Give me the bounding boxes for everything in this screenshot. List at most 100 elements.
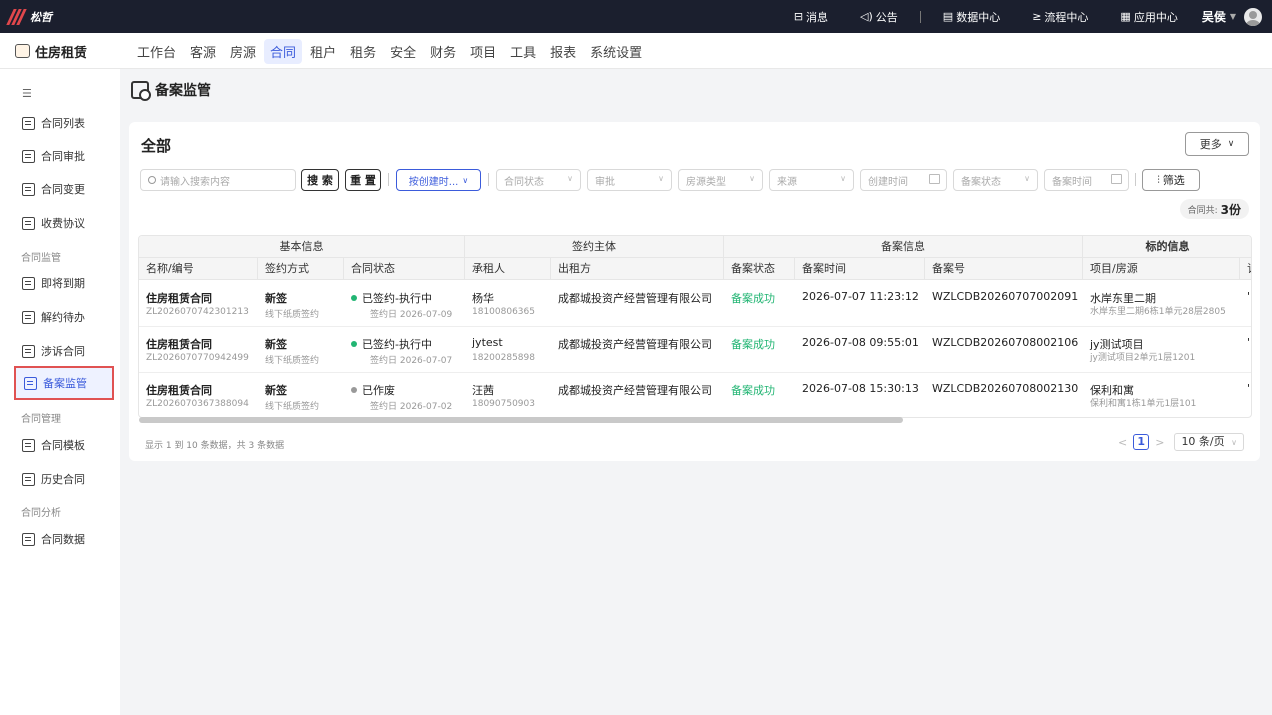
truncated-cell: ' [1247, 336, 1251, 349]
truncated-cell: ' [1247, 382, 1251, 395]
sidebar-item-contract-data[interactable]: 合同数据 [14, 525, 114, 553]
chevron-down-icon: ∨ [658, 174, 664, 183]
app-title[interactable]: 住房租赁 [15, 33, 87, 69]
chevron-down-icon: ∨ [1231, 438, 1237, 447]
document-icon [22, 149, 35, 163]
divider [388, 173, 389, 186]
announcement-icon: ◁) [860, 10, 873, 23]
contract-code: ZL2026070770942499 [146, 353, 249, 363]
top-announcement[interactable]: ◁) 公告 [860, 9, 898, 25]
contract-name[interactable]: 住房租赁合同 [146, 336, 212, 352]
search-button[interactable]: 搜 索 [301, 169, 339, 191]
sign-method: 线下纸质签约 [265, 356, 320, 366]
nav-tools[interactable]: 工具 [504, 39, 542, 64]
document-icon [22, 116, 35, 130]
tenant-name: jytest [472, 336, 503, 349]
brand[interactable]: 松哲 [6, 8, 52, 25]
document-icon [22, 344, 35, 358]
sidebar-group-analysis: 合同分析 [21, 508, 61, 519]
sidebar-item-contract-template[interactable]: 合同模板 [14, 431, 114, 459]
sign-method: 线下纸质签约 [265, 310, 320, 320]
nav-houses[interactable]: 房源 [224, 39, 262, 64]
user-name[interactable]: 吴侯 [1202, 8, 1226, 25]
sidebar-item-litigation[interactable]: 涉诉合同 [14, 337, 114, 365]
filing-time: 2026-07-08 15:30:13 [802, 382, 919, 395]
col-name-code: 名称/编号 [139, 258, 258, 280]
document-icon [22, 276, 35, 290]
sign-type: 新签 [265, 292, 287, 305]
filing-status: 备案成功 [731, 292, 775, 305]
top-message[interactable]: ⊟ 消息 [794, 9, 828, 25]
create-time-picker[interactable]: 创建时间 [860, 169, 947, 191]
sidebar-group-management: 合同管理 [21, 414, 61, 425]
contract-name[interactable]: 住房租赁合同 [146, 382, 212, 398]
sidebar-item-contract-list[interactable]: 合同列表 [14, 109, 114, 137]
brand-name: 松哲 [30, 10, 52, 24]
sign-type: 新签 [265, 384, 287, 397]
collapse-menu-icon[interactable]: ☰ [22, 87, 32, 100]
sign-date: 签约日 2026-07-07 [370, 356, 453, 366]
table-row[interactable]: 住房租赁合同 ZL2026070742301213 新签 线下纸质签约 已签约-… [139, 281, 1251, 327]
room-type-select[interactable]: 房源类型 ∨ [678, 169, 763, 191]
nav-reports[interactable]: 报表 [544, 39, 582, 64]
nav-projects[interactable]: 项目 [464, 39, 502, 64]
col-filing-no: 备案号 [925, 258, 1083, 280]
document-icon [22, 182, 35, 196]
nav-tenants[interactable]: 租户 [304, 39, 342, 64]
sidebar-item-termination-todo[interactable]: 解约待办 [14, 303, 114, 331]
reset-button[interactable]: 重 置 [345, 169, 381, 191]
sidebar-item-contract-approval[interactable]: 合同审批 [14, 142, 114, 170]
table-row[interactable]: 住房租赁合同 ZL2026070367388094 新签 线下纸质签约 已作废 … [139, 373, 1251, 417]
prev-page-button[interactable]: < [1118, 436, 1127, 449]
sidebar-item-expiring[interactable]: 即将到期 [14, 269, 114, 297]
agreement-icon [22, 216, 35, 230]
chevron-down-icon: ∨ [1227, 139, 1235, 149]
pagination-info: 显示 1 到 10 条数据，共 3 条数据 [145, 441, 285, 451]
sort-select[interactable]: 按创建时... ∨ [396, 169, 481, 191]
nav-settings[interactable]: 系统设置 [584, 39, 648, 64]
top-data-center[interactable]: ▤ 数据中心 [943, 9, 1000, 25]
nav-contracts[interactable]: 合同 [264, 38, 303, 64]
contract-status-select[interactable]: 合同状态 ∨ [496, 169, 581, 191]
nav-safety[interactable]: 安全 [384, 39, 422, 64]
group-signing-parties: 签约主体 [465, 236, 724, 258]
contract-count-badge: 合同共: 3份 [1179, 199, 1249, 219]
nav-clients[interactable]: 客源 [184, 39, 222, 64]
sidebar-item-history-contracts[interactable]: 历史合同 [14, 465, 114, 493]
top-app-center[interactable]: ▦ 应用中心 [1120, 9, 1177, 25]
card-title: 全部 [141, 137, 172, 155]
document-icon [22, 438, 35, 452]
source-select[interactable]: 来源 ∨ [769, 169, 854, 191]
horizontal-scrollbar[interactable] [139, 417, 903, 423]
page-title: 备案监管 [131, 80, 211, 101]
filing-status-select[interactable]: 备案状态 ∨ [953, 169, 1038, 191]
chevron-down-icon: ∨ [840, 174, 846, 183]
contract-name[interactable]: 住房租赁合同 [146, 290, 212, 306]
sidebar-item-filing-supervision[interactable]: 备案监管 [14, 366, 114, 400]
pagination: < 1 > 10 条/页 ∨ [1112, 433, 1244, 451]
page-number[interactable]: 1 [1133, 434, 1150, 450]
nav-workbench[interactable]: 工作台 [131, 39, 182, 64]
nav-rental-affairs[interactable]: 租务 [344, 39, 382, 64]
page-size-select[interactable]: 10 条/页 ∨ [1174, 433, 1244, 451]
table-header: 名称/编号 签约方式 合同状态 承租人 出租方 备案状态 备案时间 备案号 项目… [139, 258, 1251, 280]
top-process-center[interactable]: ≥ 流程中心 [1032, 9, 1088, 25]
nav-finance[interactable]: 财务 [424, 39, 462, 64]
sidebar-item-contract-change[interactable]: 合同变更 [14, 175, 114, 203]
contract-status: 已签约-执行中 [351, 336, 432, 352]
approval-select[interactable]: 审批 ∨ [587, 169, 672, 191]
chevron-down-icon[interactable]: ▼ [1230, 12, 1236, 21]
contract-code: ZL2026070742301213 [146, 307, 249, 317]
tenant-phone: 18200285898 [472, 353, 535, 363]
next-page-button[interactable]: > [1155, 436, 1164, 449]
filing-time-picker[interactable]: 备案时间 [1044, 169, 1129, 191]
filter-button[interactable]: ⫶ 筛选 [1142, 169, 1200, 191]
chevron-down-icon: ∨ [1024, 174, 1030, 183]
more-button[interactable]: 更多 ∨ [1185, 132, 1249, 156]
table-row[interactable]: 住房租赁合同 ZL2026070770942499 新签 线下纸质签约 已签约-… [139, 327, 1251, 373]
filing-time: 2026-07-07 11:23:12 [802, 290, 919, 303]
sidebar-item-fee-agreement[interactable]: 收费协议 [14, 209, 114, 237]
sign-method: 线下纸质签约 [265, 402, 320, 412]
search-input[interactable]: 请输入搜索内容 [140, 169, 296, 191]
avatar[interactable] [1244, 7, 1262, 26]
